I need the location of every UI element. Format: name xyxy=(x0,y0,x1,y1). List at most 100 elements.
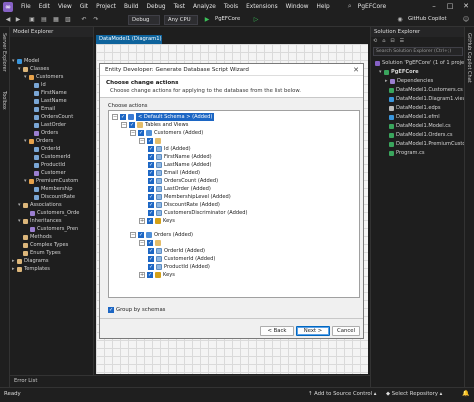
menu-edit[interactable]: Edit xyxy=(39,4,50,10)
error-list-tab[interactable]: Error List xyxy=(10,375,370,387)
forward-nav-icon[interactable]: ▶ xyxy=(14,16,22,24)
table-node[interactable]: − ✓ Customers (Added) xyxy=(130,129,203,137)
open-icon[interactable]: ▤ xyxy=(40,16,48,24)
solution-item[interactable]: DataModel1.PremiumCustom xyxy=(389,140,471,148)
tree-node[interactable]: Id xyxy=(34,81,46,89)
column-node[interactable]: ✓ DiscountRate (Added) xyxy=(148,201,220,209)
new-item-icon[interactable]: ▣ xyxy=(28,16,36,24)
checkbox[interactable]: ✓ xyxy=(120,114,126,120)
tree-node[interactable]: Enum Types xyxy=(18,249,61,257)
close-icon[interactable]: ✕ xyxy=(458,0,474,13)
keys-node[interactable]: + ✓ Keys xyxy=(139,217,175,225)
collapse-toggle[interactable]: − xyxy=(130,130,136,136)
tree-node[interactable]: LastName xyxy=(34,97,67,105)
column-node[interactable]: ✓ LastName (Added) xyxy=(148,161,211,169)
column-node[interactable]: − ✓ xyxy=(139,137,163,145)
collapse-toggle[interactable]: − xyxy=(121,122,127,128)
checkbox[interactable]: ✓ xyxy=(148,202,154,208)
tree-node[interactable]: FirstName xyxy=(34,89,67,97)
column-node[interactable]: ✓ CustomerId (Added) xyxy=(148,255,215,263)
back-button[interactable]: < Back xyxy=(260,326,294,336)
tree-node[interactable]: ▾ Customers xyxy=(24,73,63,81)
checkbox[interactable]: ✓ xyxy=(148,146,154,152)
column-node[interactable]: ✓ Id (Added) xyxy=(148,145,191,153)
column-node[interactable]: ✓ OrderId (Added) xyxy=(148,247,205,255)
undo-icon[interactable]: ↶ xyxy=(80,16,88,24)
solution-item[interactable]: ▸ Dependencies xyxy=(385,77,433,85)
checkbox[interactable]: ✓ xyxy=(148,162,154,168)
tree-node[interactable]: Customers_Pren xyxy=(30,225,78,233)
tree-node[interactable]: Customer xyxy=(34,169,66,177)
checkbox[interactable]: ✓ xyxy=(147,240,153,246)
column-node[interactable]: ✓ FirstName (Added) xyxy=(148,153,212,161)
menu-view[interactable]: View xyxy=(58,4,72,10)
tree-node[interactable]: LastOrder xyxy=(34,121,66,129)
collapse-toggle[interactable]: − xyxy=(130,232,136,238)
close-icon[interactable]: ✕ xyxy=(353,64,359,76)
group-by-schemas-checkbox[interactable]: ✓ Group by schemas xyxy=(108,307,165,313)
configuration-select[interactable]: Debug xyxy=(128,15,160,25)
checkbox[interactable]: ✓ xyxy=(148,210,154,216)
tree-node[interactable]: ProductId xyxy=(34,161,65,169)
start-debugging-icon[interactable]: ▶ xyxy=(203,16,211,24)
server-explorer-tab[interactable]: Server Explorer xyxy=(1,33,7,72)
tree-node[interactable]: ▾ Classes xyxy=(18,65,49,73)
checkbox[interactable]: ✓ xyxy=(148,154,154,160)
checkbox[interactable]: ✓ xyxy=(129,122,135,128)
checkbox[interactable]: ✓ xyxy=(148,194,154,200)
tree-node[interactable]: ▾ PremiumCustom xyxy=(24,177,78,185)
start-without-debugging-icon[interactable]: ▷ xyxy=(252,16,260,24)
tree-node[interactable]: ▸ Templates xyxy=(12,265,50,273)
run-target-button[interactable]: PgEFCore xyxy=(212,15,248,25)
back-nav-icon[interactable]: ◀ xyxy=(4,16,12,24)
account-icon[interactable]: ☺ xyxy=(462,16,470,24)
checkbox[interactable]: ✓ xyxy=(147,218,153,224)
column-node[interactable]: ✓ ProductId (Added) xyxy=(148,263,210,271)
menu-debug[interactable]: Debug xyxy=(147,4,166,10)
column-node[interactable]: ✓ CustomersDiscriminator (Added) xyxy=(148,209,247,217)
checkbox[interactable]: ✓ xyxy=(147,138,153,144)
tree-node[interactable]: Complex Types xyxy=(18,241,68,249)
menu-window[interactable]: Window xyxy=(286,4,309,10)
search-icon[interactable]: ⌕ xyxy=(348,2,352,11)
copilot-icon[interactable]: ◉ xyxy=(396,16,404,24)
checkbox[interactable]: ✓ xyxy=(138,232,144,238)
menu-help[interactable]: Help xyxy=(316,4,329,10)
table-node[interactable]: − ✓ Orders (Added) xyxy=(130,231,193,239)
tree-node[interactable]: Methods xyxy=(18,233,52,241)
solution-item[interactable]: DataModel1.Customers.cs xyxy=(389,86,463,94)
tree-node[interactable]: Customers_Orde xyxy=(30,209,79,217)
properties-icon[interactable]: ☰ xyxy=(400,38,404,46)
save-all-icon[interactable]: ▧ xyxy=(64,16,72,24)
sync-icon[interactable]: ⟲ xyxy=(373,38,377,46)
tree-node[interactable]: ▾ Associations xyxy=(18,201,62,209)
column-node[interactable]: ✓ Email (Added) xyxy=(148,169,200,177)
menu-test[interactable]: Test xyxy=(174,4,185,10)
tree-node[interactable]: ▸ Diagrams xyxy=(12,257,49,265)
tree-node[interactable]: Membership xyxy=(34,185,72,193)
tree-node[interactable]: OrderId xyxy=(34,145,60,153)
change-actions-tree[interactable]: − ✓ < Default Schema > (Added) − ✓ Tables an… xyxy=(108,110,360,298)
column-node[interactable]: ✓ MembershipLevel (Added) xyxy=(148,193,231,201)
checkbox[interactable]: ✓ xyxy=(148,264,154,270)
schema-node[interactable]: − ✓ < Default Schema > (Added) xyxy=(112,113,215,121)
notifications-icon[interactable]: 🔔 xyxy=(462,390,469,397)
select-repository-button[interactable]: ◆ Select Repository ▴ xyxy=(386,391,442,397)
tree-node[interactable]: CustomerId xyxy=(34,153,70,161)
solution-item[interactable]: DataModel1.efml xyxy=(389,113,440,121)
solution-item[interactable]: Program.cs xyxy=(389,149,425,157)
checkbox[interactable]: ✓ xyxy=(148,248,154,254)
solution-node[interactable]: Solution 'PgEFCore' (1 of 1 project) xyxy=(375,59,471,67)
collapse-toggle[interactable]: − xyxy=(112,114,118,120)
platform-select[interactable]: Any CPU xyxy=(164,15,198,25)
expand-toggle[interactable]: + xyxy=(139,218,145,224)
checkbox[interactable]: ✓ xyxy=(148,170,154,176)
copilot-chat-tab[interactable]: GitHub Copilot Chat xyxy=(466,33,472,83)
checkbox[interactable]: ✓ xyxy=(138,130,144,136)
menu-tools[interactable]: Tools xyxy=(224,4,238,10)
columns-folder-node[interactable]: − ✓ xyxy=(139,239,163,247)
toolbox-tab[interactable]: Toolbox xyxy=(1,91,7,110)
menu-analyze[interactable]: Analyze xyxy=(193,4,216,10)
menu-git[interactable]: Git xyxy=(80,4,88,10)
minimize-icon[interactable]: – xyxy=(426,0,442,13)
